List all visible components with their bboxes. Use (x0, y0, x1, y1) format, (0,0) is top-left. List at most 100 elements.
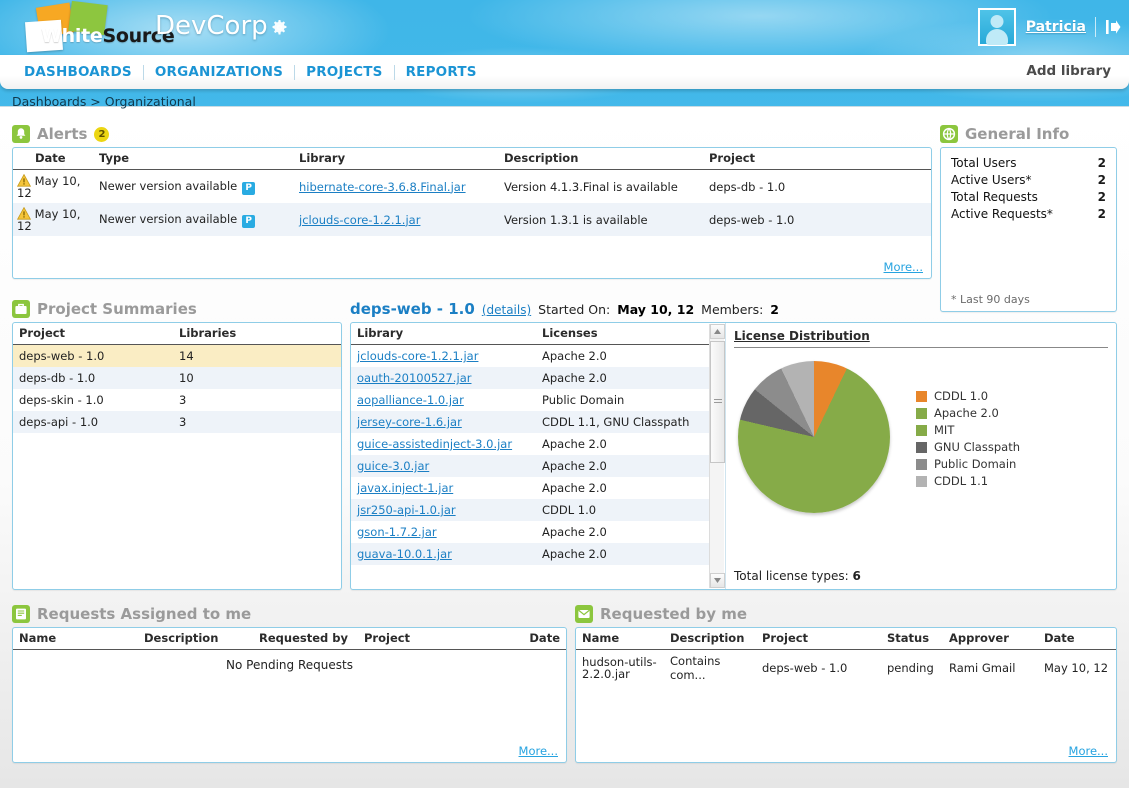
alert-type-cell: Newer version availableP (93, 170, 293, 204)
table-row[interactable]: gson-1.7.2.jar Apache 2.0 (351, 521, 709, 543)
license-distribution-title: License Distribution (734, 329, 1108, 348)
assigned-col-project: Project (358, 628, 473, 650)
project-detail-box: Library Licenses jclouds-core-1.2.1.jarA… (350, 322, 1117, 590)
requests-assigned-title: Requests Assigned to me (12, 605, 567, 623)
library-link[interactable]: guice-assistedinject-3.0.jar (357, 437, 512, 451)
logo-word-white: White (41, 25, 102, 47)
table-row[interactable]: hudson-utils-2.2.0.jar Contains com... d… (576, 650, 1116, 687)
project-summaries-panel: Project Summaries Project Libraries deps… (12, 300, 342, 590)
requested-by-me-table: Name Description Project Status Approver… (576, 628, 1116, 686)
members-label: Members: (701, 302, 763, 317)
library-link[interactable]: jersey-core-1.6.jar (357, 415, 462, 429)
library-license-cell: Apache 2.0 (536, 477, 709, 499)
library-link[interactable]: javax.inject-1.jar (357, 481, 453, 495)
table-row[interactable]: aopalliance-1.0.jar Public Domain (351, 389, 709, 411)
requested-by-me-more-link[interactable]: More... (1069, 744, 1108, 758)
library-link[interactable]: jsr250-api-1.0.jar (357, 503, 456, 517)
legend-item: Public Domain (916, 457, 1020, 471)
legend-label: CDDL 1.0 (934, 389, 988, 403)
library-scrollbar[interactable] (709, 324, 724, 588)
table-row[interactable]: deps-skin - 1.0 3 (13, 389, 341, 411)
library-license-cell: Public Domain (536, 389, 709, 411)
table-row[interactable]: May 10, 12 Newer version availableP hibe… (13, 170, 931, 204)
table-row[interactable]: deps-web - 1.0 14 (13, 345, 341, 368)
table-row[interactable]: May 10, 12 Newer version availableP jclo… (13, 203, 931, 236)
alert-library-link[interactable]: hibernate-core-3.6.8.Final.jar (299, 180, 466, 194)
gear-icon[interactable] (272, 20, 287, 35)
project-details-link[interactable]: (details) (482, 303, 531, 317)
library-link[interactable]: oauth-20100527.jar (357, 371, 471, 385)
nav-item-dashboards[interactable]: DASHBOARDS (13, 64, 143, 80)
legend-swatch (916, 391, 927, 402)
legend-item: CDDL 1.0 (916, 389, 1020, 403)
table-row[interactable]: guava-10.0.1.jarApache 2.0 (351, 543, 709, 565)
requests-assigned-table: Name Description Requested by Project Da… (13, 628, 566, 650)
scrollbar-thumb[interactable] (710, 341, 725, 463)
policy-badge[interactable]: P (242, 182, 255, 195)
policy-badge[interactable]: P (242, 215, 255, 228)
scroll-up-button[interactable] (710, 324, 725, 339)
whitesource-logo[interactable]: WhiteSource (8, 3, 143, 51)
table-row[interactable]: jclouds-core-1.2.1.jar Apache 2.0 (351, 345, 709, 368)
alerts-table-header: Date Type Library Description Project (13, 148, 931, 170)
requested-status-cell: pending (881, 650, 943, 687)
alert-description-cell: Version 1.3.1 is available (498, 203, 703, 236)
alerts-col-description: Description (498, 148, 703, 170)
table-row[interactable]: jsr250-api-1.0.jarCDDL 1.0 (351, 499, 709, 521)
avatar[interactable] (978, 8, 1016, 46)
project-summaries-header: Project Libraries (13, 323, 341, 345)
scroll-down-button[interactable] (710, 573, 725, 588)
library-license-cell: Apache 2.0 (536, 345, 709, 368)
table-row[interactable]: javax.inject-1.jar Apache 2.0 (351, 477, 709, 499)
alert-library-cell: jclouds-core-1.2.1.jar (293, 203, 498, 236)
alert-library-link[interactable]: jclouds-core-1.2.1.jar (299, 213, 420, 227)
library-license-cell: Apache 2.0 (536, 521, 709, 543)
general-info-box: Total Users 2 Active Users* 2 Total Requ… (940, 147, 1117, 312)
alerts-more-link[interactable]: More... (884, 260, 923, 274)
summary-project-cell: deps-db - 1.0 (13, 367, 173, 389)
table-row[interactable]: oauth-20100527.jarApache 2.0 (351, 367, 709, 389)
general-info-value: 2 (1098, 190, 1106, 204)
alerts-col-date: Date (13, 148, 93, 170)
project-summaries-table: Project Libraries deps-web - 1.0 14 deps… (13, 323, 341, 433)
user-name-link[interactable]: Patricia (1026, 19, 1086, 35)
library-col-library: Library (351, 323, 536, 345)
assigned-col-description: Description (138, 628, 253, 650)
general-info-label: Total Users (951, 156, 1016, 170)
summary-libraries-cell: 14 (173, 345, 341, 368)
library-link[interactable]: gson-1.7.2.jar (357, 525, 437, 539)
license-distribution-pane: License Distribution CDDL 1.0Apache 2.0M… (726, 323, 1116, 589)
add-library-button[interactable]: Add library (1026, 63, 1111, 79)
nav-item-organizations[interactable]: ORGANIZATIONS (144, 64, 294, 80)
library-name-cell: aopalliance-1.0.jar (351, 389, 536, 411)
library-license-cell: Apache 2.0 (536, 433, 709, 455)
library-link[interactable]: guice-3.0.jar (357, 459, 429, 473)
table-row[interactable]: deps-api - 1.0 3 (13, 411, 341, 433)
requested-by-me-box: Name Description Project Status Approver… (575, 627, 1117, 763)
library-link[interactable]: guava-10.0.1.jar (357, 547, 452, 561)
summary-project-cell: deps-web - 1.0 (13, 345, 173, 368)
legend-item: Apache 2.0 (916, 406, 1020, 420)
project-summaries-title-text: Project Summaries (37, 300, 197, 318)
general-info-row: Active Users* 2 (951, 173, 1106, 187)
table-row[interactable]: guice-assistedinject-3.0.jar Apache 2.0 (351, 433, 709, 455)
table-row[interactable]: guice-3.0.jarApache 2.0 (351, 455, 709, 477)
total-license-value: 6 (852, 569, 860, 583)
briefcase-icon (12, 300, 30, 318)
table-row[interactable]: deps-db - 1.0 10 (13, 367, 341, 389)
nav-item-projects[interactable]: PROJECTS (295, 64, 393, 80)
logout-icon[interactable] (1105, 19, 1121, 35)
legend-label: Apache 2.0 (934, 406, 999, 420)
library-link[interactable]: jclouds-core-1.2.1.jar (357, 349, 478, 363)
nav-items: DASHBOARDS ORGANIZATIONS PROJECTS REPORT… (0, 64, 488, 80)
table-row[interactable]: jersey-core-1.6.jarCDDL 1.1, GNU Classpa… (351, 411, 709, 433)
alerts-panel: Alerts 2 Date Type Library Description P… (12, 125, 932, 279)
license-pie-chart (738, 361, 898, 521)
requests-assigned-more-link[interactable]: More... (519, 744, 558, 758)
license-legend: CDDL 1.0Apache 2.0MITGNU ClasspathPublic… (916, 389, 1020, 491)
legend-swatch (916, 425, 927, 436)
requested-col-project: Project (756, 628, 881, 650)
project-detail-header: deps-web - 1.0 (details) Started On: May… (350, 300, 1117, 318)
nav-item-reports[interactable]: REPORTS (395, 64, 488, 80)
library-link[interactable]: aopalliance-1.0.jar (357, 393, 464, 407)
